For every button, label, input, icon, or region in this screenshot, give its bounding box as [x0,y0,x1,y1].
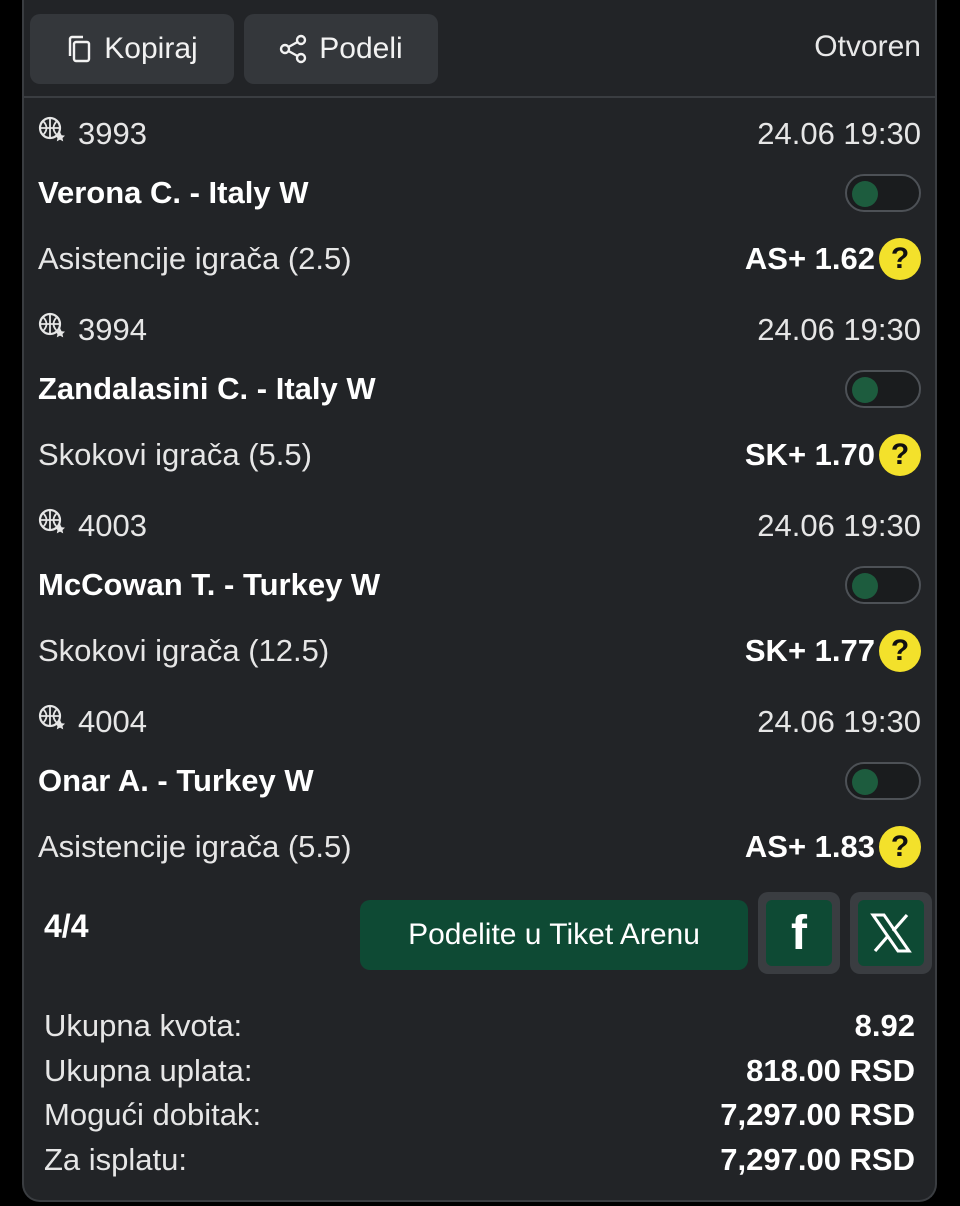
help-icon[interactable]: ? [879,630,921,672]
event-datetime: 24.06 19:30 [757,312,921,347]
copy-button[interactable]: Kopiraj [30,14,234,84]
match-name: Verona C. - Italy W [38,175,309,210]
summary-row: Mogući dobitak: 7,297.00 RSD [44,1097,915,1142]
basketball-icon [38,312,66,348]
share-button-label: Podeli [319,32,403,65]
market-name: Asistencije igrača (5.5) [38,829,352,864]
fix-toggle[interactable] [845,762,921,800]
slip-header: Kopiraj Podeli Otvoren [24,0,935,98]
slip-summary: Ukupna kvota: 8.92 Ukupna uplata: 818.00… [44,1008,915,1186]
facebook-share-button[interactable]: f [758,892,840,974]
market-name: Skokovi igrača (5.5) [38,437,312,472]
match-name: McCowan T. - Turkey W [38,567,381,602]
bet-item: 3994 24.06 19:30 Zandalasini C. - Italy … [24,294,935,490]
market-name: Skokovi igrača (12.5) [38,633,330,668]
event-datetime: 24.06 19:30 [757,508,921,543]
event-code: 4003 [78,508,147,543]
fix-toggle[interactable] [845,566,921,604]
x-logo-icon [858,900,924,966]
event-code: 4004 [78,704,147,739]
share-icon [279,34,307,64]
help-icon[interactable]: ? [879,826,921,868]
event-code: 3994 [78,312,147,347]
pick-odds: AS+ 1.62 [744,241,875,276]
bet-item: 3993 24.06 19:30 Verona C. - Italy W Asi… [24,98,935,294]
summary-row: Ukupna kvota: 8.92 [44,1008,915,1053]
market-name: Asistencije igrača (2.5) [38,241,352,276]
fix-toggle[interactable] [845,174,921,212]
bet-slip-panel: Kopiraj Podeli Otvoren 3993 24.06 19:30 … [22,0,937,1202]
event-datetime: 24.06 19:30 [757,704,921,739]
share-button[interactable]: Podeli [244,14,438,84]
summary-value: 8.92 [854,1008,915,1043]
basketball-icon [38,704,66,740]
summary-label: Ukupna uplata: [44,1052,253,1088]
summary-row: Ukupna uplata: 818.00 RSD [44,1053,915,1098]
copy-icon [66,35,92,63]
x-share-button[interactable] [850,892,932,974]
basketball-icon [38,116,66,152]
summary-value: 7,297.00 RSD [720,1141,915,1177]
summary-value: 818.00 RSD [746,1052,915,1088]
bet-item: 4003 24.06 19:30 McCowan T. - Turkey W S… [24,490,935,686]
pick-odds: AS+ 1.83 [744,829,875,864]
copy-button-label: Kopiraj [104,32,198,65]
summary-label: Mogući dobitak: [44,1097,262,1132]
slip-status: Otvoren [814,30,921,63]
summary-label: Ukupna kvota: [44,1008,243,1043]
fix-toggle[interactable] [845,370,921,408]
share-to-tiket-arena-button[interactable]: Podelite u Tiket Arenu [360,900,748,970]
help-icon[interactable]: ? [879,238,921,280]
summary-label: Za isplatu: [44,1141,188,1177]
summary-value: 7,297.00 RSD [720,1097,915,1132]
pick-odds: SK+ 1.77 [744,633,875,668]
event-code: 3993 [78,116,147,151]
facebook-icon: f [766,900,832,966]
match-name: Onar A. - Turkey W [38,763,314,798]
summary-row: Za isplatu: 7,297.00 RSD [44,1142,915,1187]
pick-odds: SK+ 1.70 [744,437,875,472]
slip-footer: 4/4 Podelite u Tiket Arenu f [24,880,935,980]
event-datetime: 24.06 19:30 [757,116,921,151]
help-icon[interactable]: ? [879,434,921,476]
match-name: Zandalasini C. - Italy W [38,371,376,406]
bet-item: 4004 24.06 19:30 Onar A. - Turkey W Asis… [24,686,935,882]
selection-count: 4/4 [44,908,89,944]
basketball-icon [38,508,66,544]
